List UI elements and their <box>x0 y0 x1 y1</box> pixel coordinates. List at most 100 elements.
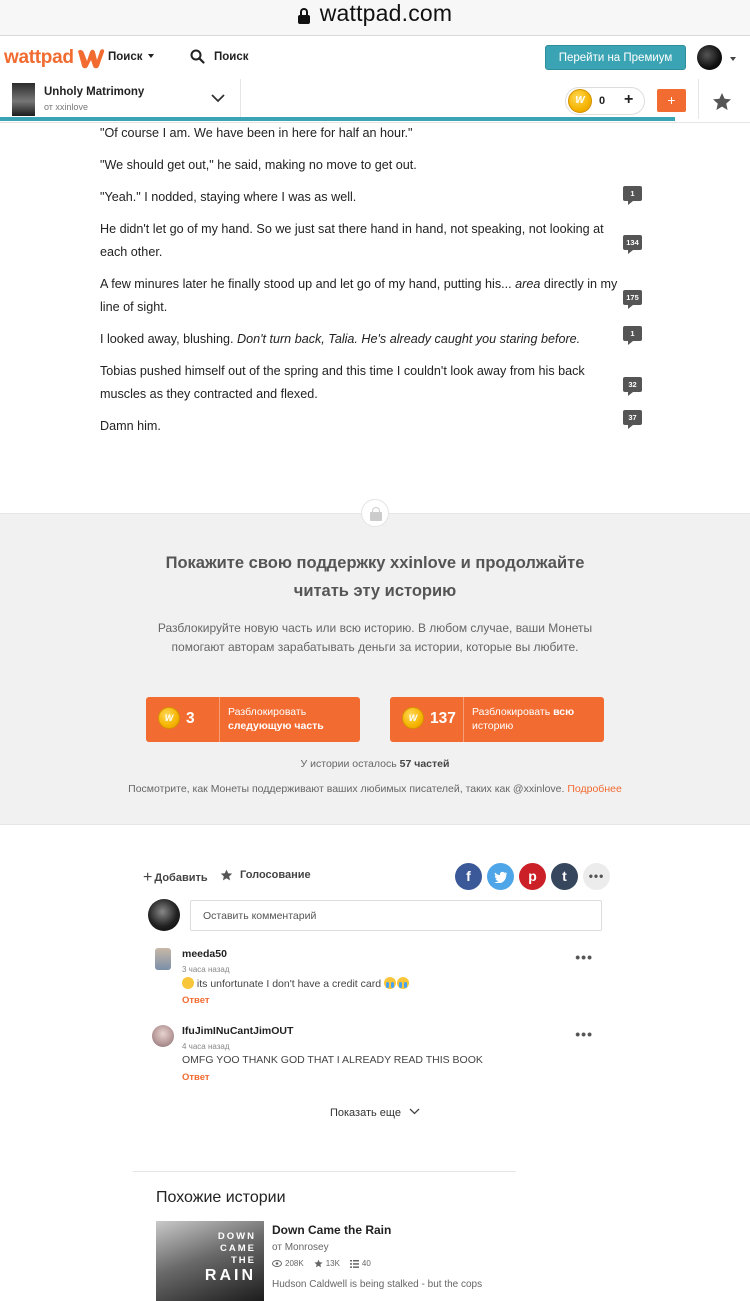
search-button[interactable]: Поиск <box>190 49 249 64</box>
commenter-avatar[interactable] <box>155 948 171 970</box>
story-title[interactable]: Unholy Matrimony <box>44 86 144 98</box>
user-avatar <box>148 899 180 931</box>
list-icon <box>349 1259 359 1268</box>
chevron-down-icon[interactable] <box>210 93 226 103</box>
similar-stories-heading: Похожие истории <box>156 1189 286 1206</box>
comment-text: its unfortunate I don't have a credit ca… <box>182 977 409 990</box>
comment-item: meeda50 3 часа назад its unfortunate I d… <box>152 948 597 1010</box>
commenter-avatar[interactable] <box>152 1025 174 1047</box>
inline-comment-badge[interactable]: 32 <box>623 377 642 396</box>
inline-comment-badge[interactable]: 37 <box>623 410 642 429</box>
inline-comment-badge[interactable]: 1 <box>623 326 642 345</box>
chevron-down-icon <box>409 1108 420 1115</box>
comment-compose: Оставить комментарий <box>148 899 603 933</box>
similar-story-stats: 208K 13K 40 <box>272 1259 381 1268</box>
paragraph: "We should get out," he said, making no … <box>100 158 417 172</box>
more-options-icon[interactable]: ••• <box>575 1026 593 1042</box>
reply-link[interactable]: Ответ <box>182 1072 210 1083</box>
lock-icon <box>361 499 389 527</box>
paywall-description: Разблокируйте новую часть или всю истори… <box>157 621 593 654</box>
crying-face-icon <box>383 977 396 989</box>
comment-username[interactable]: IfuJimINuCantJimOUT <box>182 1025 293 1037</box>
similar-story-cover[interactable]: DOWN CAME THE RAIN <box>156 1221 264 1301</box>
unlock-label: Разблокировать следующую часть <box>228 706 324 732</box>
comment-input[interactable]: Оставить комментарий <box>190 900 602 931</box>
tumblr-share-icon[interactable]: t <box>551 863 578 890</box>
coin-count: 0 <box>599 95 606 107</box>
unlock-whole-story-button[interactable]: W 137 Разблокировать всю историю <box>390 697 604 742</box>
go-premium-button[interactable]: Перейти на Премиум <box>545 45 686 70</box>
buy-coins-plus-icon[interactable]: + <box>624 91 633 109</box>
browser-url-bar[interactable]: wattpad.com <box>0 0 750 36</box>
inline-comment-badge[interactable]: 134 <box>623 235 642 254</box>
unlock-label: Разблокировать всю историю <box>472 706 575 732</box>
learn-more-link[interactable]: Подробнее <box>567 783 621 795</box>
toolbar-divider <box>240 79 241 119</box>
coin-icon: W <box>568 89 592 113</box>
user-avatar[interactable] <box>697 45 722 70</box>
story-cover-thumbnail[interactable] <box>12 83 35 116</box>
similar-story-author[interactable]: от Monrosey <box>272 1242 329 1253</box>
show-more-button[interactable]: Показать еще <box>0 1107 750 1119</box>
remaining-parts-text: У истории осталось 57 частей <box>300 758 450 770</box>
more-options-icon[interactable]: ••• <box>575 949 593 965</box>
avatar-caret-icon[interactable] <box>730 57 736 61</box>
paywall-panel: Покажите свою поддержку xxinlove и продо… <box>0 513 750 825</box>
paragraph: I looked away, blushing. Don't turn back… <box>100 326 642 351</box>
facebook-share-icon[interactable]: f <box>455 863 482 890</box>
wattpad-w-icon <box>77 49 104 69</box>
price: 137 <box>430 710 456 727</box>
wattpad-logo[interactable]: wattpad <box>4 46 106 70</box>
star-icon <box>220 869 233 881</box>
url-text[interactable]: wattpad.com <box>320 0 453 27</box>
unlock-next-part-button[interactable]: W 3 Разблокировать следующую часть <box>146 697 360 742</box>
paragraph: A few minures later he finally stood up … <box>100 273 642 319</box>
story-author[interactable]: от xxinlove <box>44 102 88 112</box>
cover-title: DOWN CAME THE RAIN <box>204 1231 256 1284</box>
browse-label: Поиск <box>108 51 143 63</box>
star-icon <box>314 1259 323 1268</box>
pinterest-share-icon[interactable]: p <box>519 863 546 890</box>
toolbar-divider <box>698 79 699 119</box>
paragraph: He didn't let go of my hand. So we just … <box>100 218 642 264</box>
twitter-share-icon[interactable] <box>487 863 514 890</box>
vote-button[interactable]: Голосование <box>220 869 311 881</box>
comment-username[interactable]: meeda50 <box>182 948 227 960</box>
caret-down-icon <box>147 54 154 58</box>
coins-note: Посмотрите, как Монеты поддерживают ваши… <box>128 783 622 795</box>
reading-progress-bar <box>0 117 675 121</box>
search-label: Поиск <box>214 50 249 63</box>
similar-story-title[interactable]: Down Came the Rain <box>272 1223 391 1237</box>
plus-icon: + <box>143 869 153 886</box>
add-to-library-button[interactable]: + <box>657 89 686 112</box>
eye-icon <box>272 1260 282 1267</box>
comment-time: 3 часа назад <box>182 965 230 974</box>
paywall-title: Покажите свою поддержку xxinlove и продо… <box>165 554 585 600</box>
price: 3 <box>186 710 195 727</box>
paragraph: Tobias pushed himself out of the spring … <box>100 360 642 406</box>
browse-dropdown[interactable]: Поиск <box>108 51 154 63</box>
sad-face-icon <box>182 977 194 989</box>
reply-link[interactable]: Ответ <box>182 995 210 1006</box>
parts-count: 40 <box>361 1259 371 1268</box>
paragraph: "Yeah." I nodded, staying where I was as… <box>100 186 642 209</box>
vote-star-icon[interactable] <box>712 92 732 111</box>
comment-time: 4 часа назад <box>182 1042 230 1051</box>
logo-text: wattpad <box>4 47 74 68</box>
section-divider <box>133 1171 516 1172</box>
search-icon <box>190 49 205 64</box>
paragraph: "Of course I am. We have been in here fo… <box>100 126 413 140</box>
story-text: "Of course I am. We have been in here fo… <box>100 122 645 447</box>
inline-comment-badge[interactable]: 175 <box>623 290 642 309</box>
coin-balance[interactable]: W 0 + <box>565 87 645 115</box>
crying-face-icon <box>396 977 409 989</box>
paragraph: Damn him. 37 <box>100 410 642 438</box>
reads-count: 208K <box>285 1259 304 1268</box>
comment-item: IfuJimINuCantJimOUT 4 часа назад OMFG YO… <box>152 1025 597 1087</box>
inline-comment-badge[interactable]: 1 <box>623 186 642 205</box>
add-to-list-button[interactable]: + Добавить <box>143 869 208 887</box>
more-share-icon[interactable]: ••• <box>583 863 610 890</box>
votes-count: 13K <box>325 1259 340 1268</box>
similar-story-description: Hudson Caldwell is being stalked - but t… <box>272 1279 483 1290</box>
comment-text: OMFG YOO THANK GOD THAT I ALREADY READ T… <box>182 1054 483 1066</box>
